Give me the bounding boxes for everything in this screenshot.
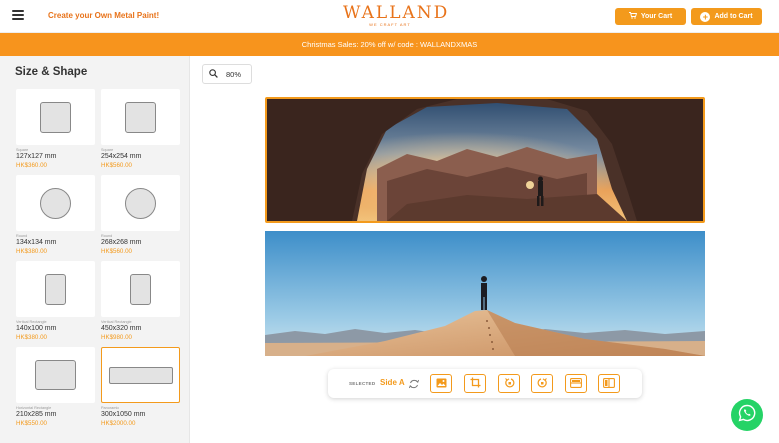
- size-option-dimensions: 127x127 mm: [16, 153, 57, 160]
- size-shape-sidebar: Size & Shape Square 127x127 mm HK$360.00…: [0, 56, 190, 443]
- swap-icon[interactable]: [408, 377, 420, 389]
- your-cart-label: Your Cart: [640, 13, 673, 20]
- rotate-right-icon: [537, 375, 548, 393]
- zoom-control[interactable]: 80%: [202, 64, 252, 84]
- size-option-dimensions: 268x268 mm: [101, 239, 142, 246]
- size-option-dimensions: 210x285 mm: [16, 411, 57, 418]
- your-cart-button[interactable]: Your Cart: [615, 8, 686, 25]
- selected-side-label: Side A: [380, 378, 405, 387]
- zoom-value: 80%: [226, 69, 242, 79]
- size-option-price: HK$550.00: [16, 420, 47, 427]
- size-option-caption: Horizontal Rectangle: [16, 406, 52, 410]
- logo-text: WALLAND: [343, 3, 450, 23]
- sidebar-title: Size & Shape: [15, 66, 88, 78]
- size-option-card[interactable]: [16, 347, 95, 403]
- crop-icon: [470, 375, 481, 393]
- side-a-image[interactable]: [265, 97, 705, 223]
- size-option-price: HK$380.00: [16, 248, 47, 255]
- round-shape-preview: [40, 187, 71, 219]
- size-option-price: HK$980.00: [101, 334, 132, 341]
- horizontal-rectangle-shape-preview: [35, 360, 76, 390]
- size-option-card[interactable]: [16, 175, 95, 231]
- panoramic-shape-preview: [108, 366, 173, 384]
- rotate-right-button[interactable]: [531, 374, 553, 393]
- crop-button[interactable]: [464, 374, 486, 393]
- vertical-rectangle-shape-preview: [45, 273, 66, 305]
- flip-horizontal-icon: [570, 375, 582, 393]
- square-shape-preview: [40, 101, 71, 133]
- size-option-card[interactable]: [101, 89, 180, 145]
- flip-vertical-icon: [603, 375, 615, 393]
- edit-toolbar: SELECTED Side A: [328, 369, 642, 398]
- size-option-caption: Square: [101, 148, 114, 152]
- image-icon: [436, 375, 447, 393]
- size-option-dimensions: 254x254 mm: [101, 153, 142, 160]
- size-option-caption: Panoramic: [101, 406, 120, 410]
- zoom-icon: [209, 68, 218, 80]
- selected-label: SELECTED: [349, 381, 376, 386]
- square-shape-preview: [125, 101, 156, 133]
- cart-icon: [628, 12, 637, 21]
- menu-icon[interactable]: [12, 10, 24, 20]
- side-b-image[interactable]: [265, 231, 705, 356]
- add-to-cart-label: Add to Cart: [714, 13, 753, 20]
- size-option-caption: Vertical Rectangle: [101, 320, 132, 324]
- whatsapp-chat-button[interactable]: [731, 399, 763, 431]
- size-option-dimensions: 300x1050 mm: [101, 411, 146, 418]
- vertical-rectangle-shape-preview: [130, 273, 151, 305]
- size-option-price: HK$380.00: [16, 334, 47, 341]
- add-to-cart-button[interactable]: + Add to Cart: [691, 8, 762, 25]
- size-option-card[interactable]: [101, 261, 180, 317]
- brand-logo[interactable]: WALLAND WE CRAFT ART: [343, 3, 450, 27]
- plus-circle-icon: +: [700, 11, 711, 22]
- size-option-price: HK$2000.00: [101, 420, 136, 427]
- size-option-dimensions: 140x100 mm: [16, 325, 57, 332]
- flip-horizontal-button[interactable]: [565, 374, 587, 393]
- size-option-card[interactable]: [16, 89, 95, 145]
- size-option-card[interactable]: [16, 261, 95, 317]
- top-header: Create your Own Metal Paint! WALLAND WE …: [0, 0, 779, 33]
- size-option-card[interactable]: [101, 175, 180, 231]
- round-shape-preview: [125, 187, 156, 219]
- size-option-dimensions: 450x320 mm: [101, 325, 142, 332]
- tagline: Create your Own Metal Paint!: [48, 11, 160, 20]
- size-option-price: HK$560.00: [101, 162, 132, 169]
- size-option-dimensions: 134x134 mm: [16, 239, 57, 246]
- size-option-card-selected[interactable]: [101, 347, 180, 403]
- whatsapp-icon: [738, 404, 756, 427]
- replace-image-button[interactable]: [430, 374, 452, 393]
- size-option-price: HK$560.00: [101, 248, 132, 255]
- promo-banner: Christmas Sales: 20% off w/ code : WALLA…: [0, 33, 779, 56]
- size-option-caption: Round: [101, 234, 113, 238]
- rotate-left-icon: [504, 375, 515, 393]
- flip-vertical-button[interactable]: [598, 374, 620, 393]
- rotate-left-button[interactable]: [498, 374, 520, 393]
- size-option-caption: Square: [16, 148, 29, 152]
- size-option-caption: Vertical Rectangle: [16, 320, 47, 324]
- size-option-price: HK$360.00: [16, 162, 47, 169]
- size-option-caption: Round: [16, 234, 28, 238]
